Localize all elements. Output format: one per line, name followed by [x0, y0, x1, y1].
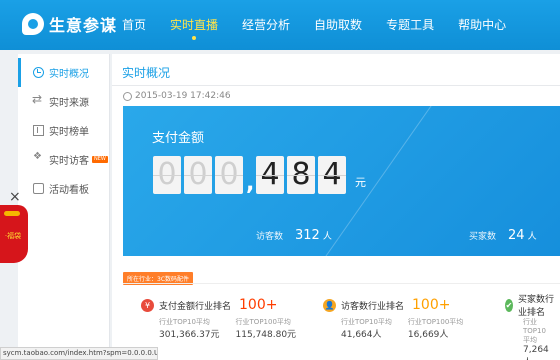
counter-digit: 0	[184, 156, 212, 194]
sidebar-item-activity-board[interactable]: 活动看板	[18, 174, 109, 203]
visitors-value: 312	[295, 228, 320, 243]
nav-business-analysis[interactable]: 经营分析	[230, 0, 302, 50]
metric-value: 115,748.80元	[235, 330, 297, 340]
sidebar-item-ranking[interactable]: 实时榜单	[18, 116, 109, 145]
promo-close-icon[interactable]: ×	[9, 189, 21, 205]
buyers-value: 24	[508, 228, 525, 243]
buyers-unit: 人	[527, 232, 537, 242]
metric-name: 买家数行业排名	[518, 295, 555, 318]
app-logo[interactable]: 生意参谋	[22, 12, 117, 36]
top-navbar: 生意参谋 首页 实时直播 经营分析 自助取数 专题工具 帮助中心	[0, 0, 560, 50]
board-icon	[33, 183, 44, 194]
sidebar: 实时概况 实时来源 实时榜单 实时访客 NEW 活动看板	[18, 54, 110, 360]
logo-text: 生意参谋	[49, 16, 118, 35]
sidebar-item-overview[interactable]: 实时概况	[18, 58, 109, 87]
footprint-icon	[33, 151, 44, 165]
metric-rank: 100+	[412, 297, 451, 313]
title-divider	[112, 85, 560, 86]
metric-rank: 100+	[239, 297, 278, 313]
metric-value: 301,366.37元	[159, 330, 220, 340]
visitors-rank-metric: 👤 访客数行业排名 100+ 行业TOP10平均 41,664人 行业TOP10…	[323, 297, 479, 340]
metric-key: 行业TOP10平均	[523, 318, 546, 344]
nav-home[interactable]: 首页	[110, 0, 158, 50]
nav-help[interactable]: 帮助中心	[446, 0, 518, 50]
counter-digit: 0	[153, 156, 181, 194]
metric-value: 16,669人	[407, 330, 449, 340]
counter-digit: 4	[256, 156, 284, 194]
metric-name: 支付金额行业排名	[159, 301, 232, 312]
sidebar-item-source[interactable]: 实时来源	[18, 87, 109, 116]
counter-digit: 4	[318, 156, 346, 194]
update-timestamp: 2015-03-19 17:42:46	[123, 91, 231, 101]
clock-icon	[123, 91, 132, 101]
sidebar-item-label: 活动看板	[49, 185, 89, 196]
visitors-unit: 人	[322, 232, 332, 242]
yuan-icon: ¥	[141, 298, 154, 312]
arrows-icon	[32, 92, 44, 107]
metric-name: 访客数行业排名	[341, 301, 405, 312]
buyers-stat: 买家数 24 人	[469, 228, 537, 243]
sidebar-item-visitors[interactable]: 实时访客 NEW	[18, 145, 109, 174]
nav-self-service-data[interactable]: 自助取数	[302, 0, 374, 50]
ranking-icon	[33, 125, 44, 136]
metric-key: 行业TOP10平均	[341, 318, 392, 326]
visitors-stat: 访客数 312 人	[256, 228, 332, 243]
thousands-separator: ,	[246, 171, 255, 196]
payment-amount-card: 支付金额 0 0 0 , 4 8 4 元 访客数 312 人 买家数 24 人	[123, 106, 560, 256]
nav-tools[interactable]: 专题工具	[374, 0, 446, 50]
page-title: 实时概况	[122, 66, 171, 80]
buyers-label: 买家数	[469, 232, 497, 242]
visitors-label: 访客数	[256, 232, 284, 242]
main-panel: 实时概况 2015-03-19 17:42:46 支付金额 0 0 0 , 4 …	[112, 54, 560, 360]
payment-rank-metric: ¥ 支付金额行业排名 100+ 行业TOP10平均 301,366.37元 行业…	[141, 297, 312, 340]
logo-icon	[22, 13, 44, 35]
metric-key: 行业TOP10平均	[159, 318, 210, 326]
new-badge: NEW	[92, 156, 108, 163]
buyers-rank-metric: ✔ 买家数行业排名 行业TOP10平均 7,264人	[505, 295, 560, 360]
industry-divider	[123, 283, 560, 284]
check-icon: ✔	[505, 298, 513, 312]
nav-realtime[interactable]: 实时直播	[158, 0, 230, 50]
browser-status-url: sycm.taobao.com/index.htm?spm=0.0.0.0.UR…	[0, 347, 158, 360]
user-icon: 👤	[323, 298, 336, 312]
counter-digit: 8	[287, 156, 315, 194]
sidebar-item-label: 实时榜单	[49, 127, 89, 138]
metric-value: 7,264人	[523, 345, 549, 360]
metric-value: 41,664人	[341, 330, 382, 340]
sidebar-item-label: 实时概况	[49, 69, 89, 80]
clock-icon	[33, 67, 44, 78]
sidebar-item-label: 实时来源	[49, 98, 89, 109]
metric-key: 行业TOP100平均	[407, 318, 464, 326]
payment-amount-counter: 0 0 0 , 4 8 4 元	[153, 156, 366, 196]
counter-digit: 0	[215, 156, 243, 194]
metric-key: 行业TOP100平均	[235, 318, 291, 326]
main-nav: 首页 实时直播 经营分析 自助取数 专题工具 帮助中心	[110, 0, 518, 50]
currency-unit: 元	[355, 176, 366, 189]
payment-amount-title: 支付金额	[152, 131, 205, 146]
promo-label: ·福袋	[4, 232, 22, 240]
timestamp-text: 2015-03-19 17:42:46	[135, 91, 231, 101]
sidebar-item-label: 实时访客	[49, 156, 89, 167]
